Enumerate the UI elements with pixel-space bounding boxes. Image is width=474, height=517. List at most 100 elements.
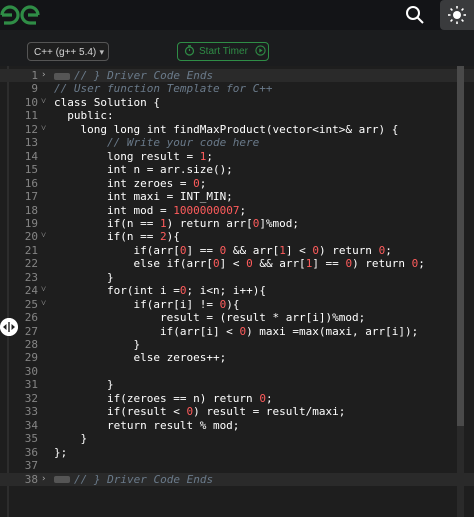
code-line[interactable]: 28 } xyxy=(0,338,474,351)
fold-collapse-icon[interactable]: ˅ xyxy=(41,284,46,297)
code-text: else if(arr[0] < 0 && arr[1] == 0) retur… xyxy=(54,257,425,271)
code-line[interactable]: 19 if(n == 1) return arr[0]%mod; xyxy=(0,217,474,230)
code-line[interactable]: 24 ˅ for(int i =0; i<n; i++){ xyxy=(0,284,474,297)
code-line[interactable]: 10 ˅ class Solution { xyxy=(0,96,474,109)
fold-collapse-icon[interactable]: ˅ xyxy=(41,96,46,109)
line-number: 21 xyxy=(24,243,38,257)
line-number: 33 xyxy=(24,405,38,419)
code-line[interactable]: 26 result = (result * arr[i])%mod; xyxy=(0,311,474,324)
code-line[interactable]: 13 // Write your code here xyxy=(0,136,474,149)
line-number: 35 xyxy=(24,432,38,446)
code-text: int maxi = INT_MIN; xyxy=(54,190,233,204)
code-text: // User function Template for C++ xyxy=(54,82,273,96)
sun-icon xyxy=(448,6,466,24)
language-select[interactable]: C++ (g++ 5.4) ▾ xyxy=(27,42,109,61)
fold-collapse-icon[interactable]: ˅ xyxy=(41,230,46,243)
code-text: result = (result * arr[i])%mod; xyxy=(54,311,366,325)
line-number: 13 xyxy=(24,136,38,150)
code-line[interactable]: 37 xyxy=(0,459,474,472)
code-line[interactable]: 27 if(arr[i] < 0) maxi =max(maxi, arr[i]… xyxy=(0,325,474,338)
code-line[interactable]: 22 else if(arr[0] < 0 && arr[1] == 0) re… xyxy=(0,257,474,270)
line-number: 16 xyxy=(24,176,38,190)
line-number: 37 xyxy=(24,459,38,473)
code-line[interactable]: 18 int mod = 1000000007; xyxy=(0,204,474,217)
code-line[interactable]: 9 // User function Template for C++ xyxy=(0,82,474,95)
code-line[interactable]: 33 if(result < 0) result = result/maxi; xyxy=(0,405,474,418)
start-timer-button[interactable]: Start Timer xyxy=(177,42,269,61)
search-icon[interactable] xyxy=(404,4,426,26)
vertical-scrollbar[interactable] xyxy=(457,66,464,517)
code-text: } xyxy=(54,270,114,284)
code-text: } xyxy=(54,432,88,446)
code-line[interactable]: 38 › // } Driver Code Ends xyxy=(0,472,474,486)
line-number: 9 xyxy=(31,82,38,96)
code-line[interactable]: 16 int zeroes = 0; xyxy=(0,177,474,190)
line-number: 17 xyxy=(24,190,38,204)
line-number: 23 xyxy=(24,270,38,284)
code-line[interactable]: 20 ˅ if(n == 2){ xyxy=(0,230,474,243)
line-number: 34 xyxy=(24,418,38,432)
code-line[interactable]: 17 int maxi = INT_MIN; xyxy=(0,190,474,203)
code-text: if(result < 0) result = result/maxi; xyxy=(54,405,346,419)
code-line[interactable]: 30 xyxy=(0,365,474,378)
theme-toggle-button[interactable] xyxy=(440,0,474,30)
code-line[interactable]: 14 long result = 1; xyxy=(0,150,474,163)
line-number: 11 xyxy=(24,109,38,123)
line-number: 19 xyxy=(24,216,38,230)
line-number: 12 xyxy=(24,122,38,136)
code-text: if(n == 1) return arr[0]%mod; xyxy=(54,216,300,230)
code-text: if(n == 2){ xyxy=(54,230,180,244)
line-number: 29 xyxy=(24,351,38,365)
fold-collapse-icon[interactable]: ˅ xyxy=(41,123,46,136)
code-text: } xyxy=(54,378,114,392)
code-text: if(arr[i] != 0){ xyxy=(54,297,240,311)
code-line[interactable]: 34 return result % mod; xyxy=(0,419,474,432)
folded-region-icon[interactable] xyxy=(54,72,70,80)
fold-expand-icon[interactable]: › xyxy=(41,473,46,486)
code-line[interactable]: 12 ˅ long long int findMaxProduct(vector<… xyxy=(0,123,474,136)
line-number: 38 xyxy=(24,472,38,486)
fold-collapse-icon[interactable]: ˅ xyxy=(41,298,46,311)
code-line[interactable]: 29 else zeroes++; xyxy=(0,351,474,364)
geeksforgeeks-logo[interactable] xyxy=(0,2,40,28)
panel-resize-handle[interactable] xyxy=(0,318,18,336)
code-text: else zeroes++; xyxy=(54,351,227,365)
folded-region-icon[interactable] xyxy=(54,476,70,483)
line-number: 22 xyxy=(24,257,38,271)
line-number: 30 xyxy=(24,364,38,378)
code-text: for(int i =0; i<n; i++){ xyxy=(54,284,266,298)
code-text: // } Driver Code Ends xyxy=(54,473,213,486)
line-number: 24 xyxy=(24,284,38,298)
code-line[interactable]: 35 } xyxy=(0,432,474,445)
code-line[interactable]: 11 public: xyxy=(0,109,474,122)
code-text: long long int findMaxProduct(vector<int>… xyxy=(54,122,399,136)
code-line[interactable]: 36}; xyxy=(0,446,474,459)
start-timer-label: Start Timer xyxy=(199,46,248,57)
language-select-value: C++ (g++ 5.4) xyxy=(34,47,97,58)
fold-expand-icon[interactable]: › xyxy=(41,69,46,82)
code-line[interactable]: 31 } xyxy=(0,378,474,391)
line-number: 10 xyxy=(24,95,38,109)
code-line[interactable]: 25 ˅ if(arr[i] != 0){ xyxy=(0,298,474,311)
play-icon xyxy=(255,45,266,56)
line-number: 14 xyxy=(24,149,38,163)
code-line[interactable]: 1 › // } Driver Code Ends xyxy=(0,69,474,83)
line-number: 36 xyxy=(24,445,38,459)
code-text: int zeroes = 0; xyxy=(54,176,207,190)
line-number: 25 xyxy=(24,297,38,311)
line-number: 31 xyxy=(24,378,38,392)
code-line[interactable]: 23 } xyxy=(0,271,474,284)
code-line[interactable]: 32 if(zeroes == n) return 0; xyxy=(0,392,474,405)
line-number: 32 xyxy=(24,391,38,405)
code-text: // } Driver Code Ends xyxy=(54,69,213,82)
line-number: 20 xyxy=(24,230,38,244)
code-line[interactable]: 15 int n = arr.size(); xyxy=(0,163,474,176)
code-text: if(arr[i] < 0) maxi =max(maxi, arr[i]); xyxy=(54,324,419,338)
scrollbar-thumb[interactable] xyxy=(457,66,464,426)
line-number: 1 xyxy=(31,69,38,82)
code-text: return result % mod; xyxy=(54,418,240,432)
code-text: if(zeroes == n) return 0; xyxy=(54,391,273,405)
code-text: if(arr[0] == 0 && arr[1] < 0) return 0; xyxy=(54,243,392,257)
code-line[interactable]: 21 if(arr[0] == 0 && arr[1] < 0) return … xyxy=(0,244,474,257)
code-text: int n = arr.size(); xyxy=(54,163,233,177)
